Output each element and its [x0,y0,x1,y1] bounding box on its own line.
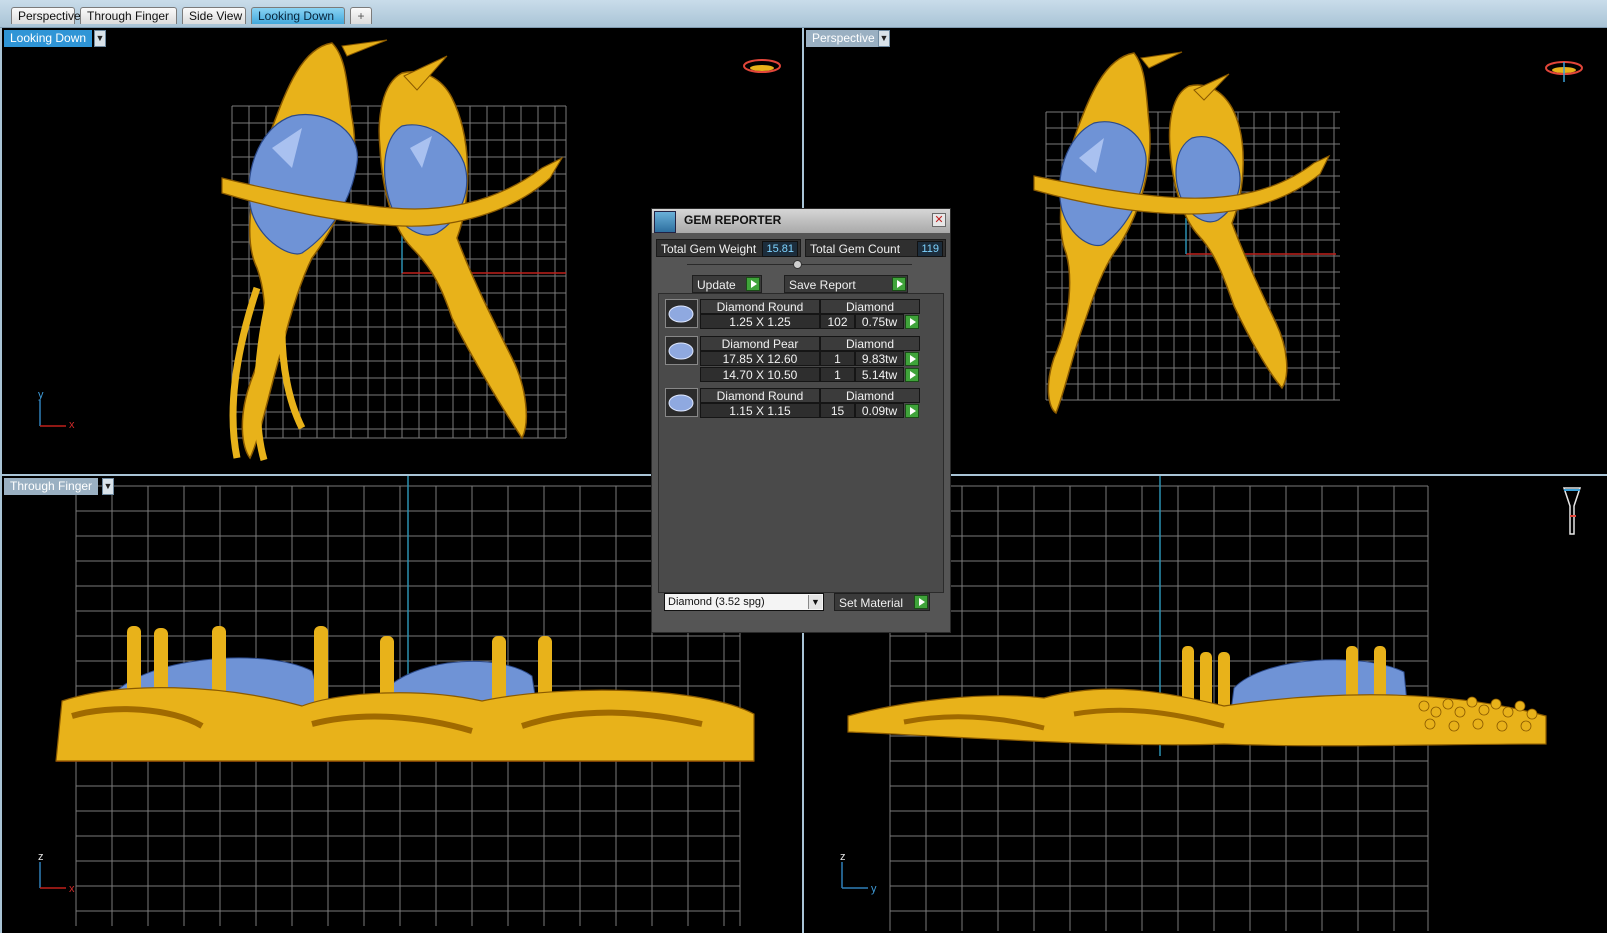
gem-size: 1.15 X 1.15 [700,403,820,418]
gem-weight: 9.83tw [855,351,904,366]
gem-material: Diamond [820,299,920,314]
select-gem-arrow-icon[interactable] [905,404,919,418]
tab-side-view[interactable]: Side View [182,7,246,24]
viewport-tab-bar: Perspective Through Finger Side View Loo… [0,0,1607,28]
total-gem-count: Total Gem Count 119 [805,239,946,257]
gem-reporter-title: GEM REPORTER [684,213,782,227]
axis-label-x: x [69,883,75,895]
view-orientation-icon[interactable] [1545,61,1583,82]
total-gem-weight-value: 15.81 [762,241,798,257]
gem-count: 1 [820,351,855,366]
viewport-label-looking-down[interactable]: Looking Down [4,30,93,47]
add-tab-button[interactable]: + [350,7,372,24]
select-gem-arrow-icon[interactable] [905,368,919,382]
total-gem-count-label: Total Gem Count [810,242,901,256]
gem-group-round-2[interactable]: Diamond Round Diamond 1.15 X 1.15 15 0.0… [665,388,920,420]
axis-label-z: z [38,851,44,863]
save-report-button[interactable]: Save Report [784,275,908,293]
tab-perspective[interactable]: Perspective [11,7,81,24]
gem-reporter-panel: GEM REPORTER ✕ Total Gem Weight 15.81 To… [651,208,951,633]
gem-size: 17.85 X 12.60 [700,351,820,366]
update-button-label: Update [697,278,736,292]
viewport-menu-dropdown-icon[interactable]: ▼ [94,30,106,47]
gem-list: Diamond Round Diamond 1.25 X 1.25 102 0.… [658,293,944,593]
gem-thumbnail [665,299,698,328]
gem-material: Diamond [820,336,920,351]
total-gem-weight-label: Total Gem Weight [661,242,757,256]
material-select-value: Diamond (3.52 spg) [668,596,765,608]
view-orientation-icon[interactable] [743,59,781,73]
left-bird [229,39,388,461]
gem-reporter-title-bar[interactable]: GEM REPORTER ✕ [652,209,950,233]
gem-thumbnail [665,336,698,365]
gem-weight: 0.75tw [855,314,904,329]
tab-looking-down[interactable]: Looking Down [251,7,345,24]
viewport-menu-dropdown-icon[interactable]: ▼ [878,30,890,47]
gem-weight: 0.09tw [855,403,904,418]
gem-shape: Diamond Pear [700,336,820,351]
play-arrow-icon [746,277,760,291]
play-arrow-icon [914,595,928,609]
gem-thumbnail [665,388,698,417]
splitter-handle[interactable] [793,260,802,269]
save-report-button-label: Save Report [789,278,856,292]
axis-triad-bottom-right [841,862,868,889]
gem-count: 102 [820,314,855,329]
axis-triad-bottom-left [39,862,66,889]
total-gem-count-value: 119 [917,241,943,257]
brooch-side-profile [55,626,755,762]
select-gem-arrow-icon[interactable] [905,352,919,366]
tab-through-finger[interactable]: Through Finger [80,7,177,24]
axis-label-y: y [38,389,44,401]
viewport-label-through-finger[interactable]: Through Finger [4,478,99,495]
gem-material: Diamond [820,388,920,403]
gem-reporter-app-icon [654,211,676,233]
total-gem-weight: Total Gem Weight 15.81 [656,239,801,257]
gem-group-round-1[interactable]: Diamond Round Diamond 1.25 X 1.25 102 0.… [665,299,920,331]
gem-group-pear[interactable]: Diamond Pear Diamond 17.85 X 12.60 1 9.8… [665,336,920,384]
axis-label-y: y [871,883,877,895]
viewport-label-perspective[interactable]: Perspective [806,30,881,47]
right-bird [1168,73,1288,390]
viewport-menu-dropdown-icon[interactable]: ▼ [102,478,114,495]
gem-shape: Diamond Round [700,299,820,314]
close-icon[interactable]: ✕ [932,213,946,227]
left-bird [1047,51,1183,415]
select-gem-arrow-icon[interactable] [905,315,919,329]
gem-count: 15 [820,403,855,418]
axis-label-z: z [840,851,846,863]
gem-size: 14.70 X 10.50 [700,367,820,382]
set-material-button-label: Set Material [839,596,904,610]
gem-shape: Diamond Round [700,388,820,403]
gem-size: 1.25 X 1.25 [700,314,820,329]
update-button[interactable]: Update [692,275,762,293]
chevron-down-icon[interactable]: ▼ [808,595,822,609]
axis-triad-top-left [39,400,66,427]
gem-count: 1 [820,367,855,382]
set-material-button[interactable]: Set Material [834,593,930,611]
play-arrow-icon [892,277,906,291]
material-select[interactable]: Diamond (3.52 spg) ▼ [664,593,824,611]
gem-weight: 5.14tw [855,367,904,382]
view-orientation-icon[interactable] [1562,487,1582,535]
material-bar: Diamond (3.52 spg) ▼ Set Material [664,593,946,615]
axis-label-x: x [69,419,75,431]
